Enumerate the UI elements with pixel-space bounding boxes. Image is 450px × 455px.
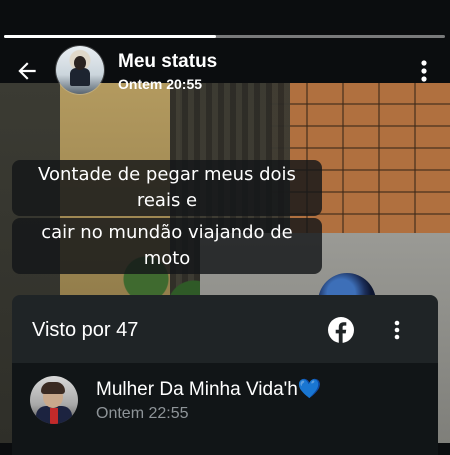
status-progress-bar <box>4 35 445 38</box>
arrow-left-icon <box>18 62 36 80</box>
status-progress-fill <box>4 35 216 38</box>
caption-line: Vontade de pegar meus dois reais e <box>12 160 322 216</box>
avatar-torso <box>70 68 90 86</box>
viewer-time: Ontem 22:55 <box>96 405 189 422</box>
header-menu-button[interactable] <box>412 58 436 84</box>
avatar-hair <box>41 382 65 394</box>
facebook-share-button[interactable] <box>328 317 354 343</box>
viewer-name: Mulher Da Minha Vida'h💙 <box>96 379 322 400</box>
facebook-icon <box>328 317 354 343</box>
viewer-list-item[interactable]: Mulher Da Minha Vida'h💙 Ontem 22:55 <box>12 363 438 455</box>
viewed-count-label: Visto por 47 <box>32 319 139 341</box>
more-vertical-icon <box>421 60 427 82</box>
sheet-menu-button[interactable] <box>388 316 406 344</box>
caption-line: cair no mundão viajando de moto <box>12 218 322 274</box>
status-time: Ontem 20:55 <box>118 76 203 92</box>
viewer-avatar[interactable] <box>30 376 78 424</box>
back-button[interactable] <box>12 56 42 86</box>
owner-avatar[interactable] <box>56 46 104 94</box>
more-vertical-icon <box>394 320 400 340</box>
sheet-header: Visto por 47 <box>12 295 438 363</box>
viewed-by-sheet[interactable]: Visto por 47 Mulher Da Minha Vida'h💙 Ont… <box>12 295 438 455</box>
status-title: Meu status <box>118 51 218 72</box>
status-caption: Vontade de pegar meus dois reais e cair … <box>12 160 322 276</box>
avatar-head <box>74 56 86 70</box>
avatar-shirt-stripe <box>50 408 58 424</box>
